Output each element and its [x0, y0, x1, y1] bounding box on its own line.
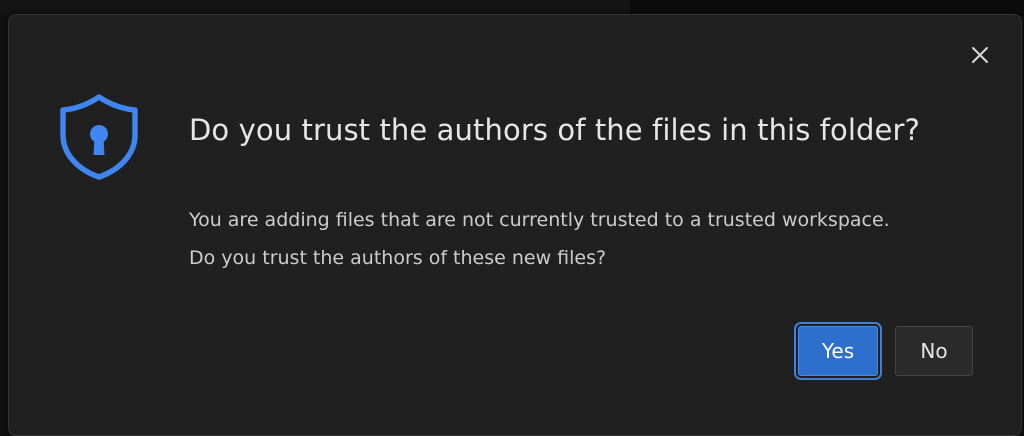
yes-button[interactable]: Yes	[794, 322, 882, 380]
close-button[interactable]	[967, 42, 993, 68]
no-button[interactable]: No	[895, 326, 973, 376]
shield-keyhole-icon	[60, 94, 138, 180]
close-icon	[972, 47, 988, 63]
workspace-trust-dialog: Do you trust the authors of the files in…	[8, 14, 1022, 436]
dialog-title: Do you trust the authors of the files in…	[189, 113, 921, 147]
dialog-message: You are adding files that are not curren…	[189, 209, 890, 269]
